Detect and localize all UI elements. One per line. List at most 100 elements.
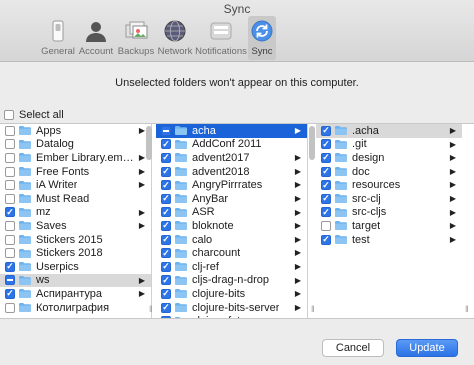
- folder-checkbox[interactable]: [161, 139, 171, 150]
- folder-checkbox[interactable]: [5, 193, 15, 204]
- folder-checkbox[interactable]: [5, 288, 15, 299]
- disclosure-arrow-icon[interactable]: ▶: [295, 221, 301, 230]
- disclosure-arrow-icon[interactable]: ▶: [450, 194, 456, 203]
- folder-row[interactable]: calo ▶: [156, 233, 307, 247]
- folder-row[interactable]: AnyBar ▶: [156, 192, 307, 206]
- folder-checkbox[interactable]: [321, 152, 331, 163]
- disclosure-arrow-icon[interactable]: ▶: [295, 316, 301, 318]
- disclosure-arrow-icon[interactable]: ▶: [295, 180, 301, 189]
- disclosure-arrow-icon[interactable]: ▶: [450, 167, 456, 176]
- folder-row[interactable]: advent2017 ▶: [156, 151, 307, 165]
- folder-row[interactable]: charcount ▶: [156, 246, 307, 260]
- toolbar-account[interactable]: Account: [76, 16, 116, 60]
- select-all-checkbox[interactable]: [4, 110, 14, 120]
- folder-row[interactable]: ws ▶: [0, 273, 151, 288]
- folder-row[interactable]: design ▶: [316, 151, 462, 165]
- folder-checkbox[interactable]: [5, 139, 15, 150]
- disclosure-arrow-icon[interactable]: ▶: [139, 289, 145, 298]
- folder-checkbox[interactable]: [161, 248, 171, 259]
- disclosure-arrow-icon[interactable]: ▶: [139, 180, 145, 189]
- folder-row[interactable]: bloknote ▶: [156, 219, 307, 233]
- folder-checkbox[interactable]: [321, 166, 331, 177]
- folder-checkbox[interactable]: [161, 234, 171, 245]
- disclosure-arrow-icon[interactable]: ▶: [295, 153, 301, 162]
- folder-row[interactable]: Must Read: [0, 192, 151, 206]
- folder-checkbox[interactable]: [5, 248, 15, 259]
- disclosure-arrow-icon[interactable]: ▶: [450, 235, 456, 244]
- toolbar-general[interactable]: General: [40, 16, 76, 60]
- folder-checkbox[interactable]: [161, 302, 171, 313]
- folder-row[interactable]: resources ▶: [316, 178, 462, 192]
- folder-row[interactable]: Котолиграфия: [0, 301, 151, 315]
- disclosure-arrow-icon[interactable]: ▶: [295, 208, 301, 217]
- folder-checkbox[interactable]: [321, 125, 331, 136]
- disclosure-arrow-icon[interactable]: ▶: [450, 126, 456, 135]
- folder-row[interactable]: clojure-bits ▶: [156, 287, 307, 301]
- column-3-resize-handle[interactable]: ‖: [465, 304, 469, 314]
- folder-checkbox[interactable]: [321, 139, 331, 150]
- folder-row[interactable]: Apps ▶: [0, 124, 151, 138]
- folder-checkbox[interactable]: [321, 193, 331, 204]
- folder-row[interactable]: ASR ▶: [156, 206, 307, 220]
- folder-checkbox[interactable]: [5, 234, 15, 245]
- disclosure-arrow-icon[interactable]: ▶: [450, 153, 456, 162]
- folder-row[interactable]: src-clj ▶: [316, 192, 462, 206]
- folder-checkbox[interactable]: [321, 207, 331, 218]
- disclosure-arrow-icon[interactable]: ▶: [139, 167, 145, 176]
- folder-row[interactable]: mz ▶: [0, 206, 151, 220]
- folder-row[interactable]: Stickers 2015: [0, 233, 151, 247]
- folder-row[interactable]: test ▶: [316, 233, 462, 247]
- folder-checkbox[interactable]: [161, 193, 171, 204]
- folder-row[interactable]: Аспирантура ▶: [0, 287, 151, 301]
- disclosure-arrow-icon[interactable]: ▶: [139, 153, 145, 162]
- toolbar-network[interactable]: Network: [156, 16, 194, 60]
- folder-checkbox[interactable]: [161, 125, 171, 136]
- disclosure-arrow-icon[interactable]: ▶: [139, 208, 145, 217]
- disclosure-arrow-icon[interactable]: ▶: [295, 167, 301, 176]
- folder-row[interactable]: Datalog: [0, 138, 151, 152]
- folder-row[interactable]: Userpics: [0, 260, 151, 274]
- folder-row[interactable]: clojure-bits-server ▶: [156, 301, 307, 315]
- folder-row[interactable]: Ember Library.embe… ▶: [0, 151, 151, 165]
- folder-checkbox[interactable]: [5, 125, 15, 136]
- folder-row[interactable]: cljs-drag-n-drop ▶: [156, 274, 307, 288]
- disclosure-arrow-icon[interactable]: ▶: [450, 208, 456, 217]
- disclosure-arrow-icon[interactable]: ▶: [295, 235, 301, 244]
- column-2-scrollbar[interactable]: [309, 126, 315, 160]
- folder-row[interactable]: clj-ref ▶: [156, 260, 307, 274]
- folder-row[interactable]: target ▶: [316, 219, 462, 233]
- cancel-button[interactable]: Cancel: [322, 339, 384, 357]
- folder-row[interactable]: clojure-future-spec ▶: [156, 314, 307, 318]
- folder-row[interactable]: src-cljs ▶: [316, 206, 462, 220]
- disclosure-arrow-icon[interactable]: ▶: [295, 303, 301, 312]
- toolbar-sync[interactable]: Sync: [248, 16, 276, 60]
- folder-checkbox[interactable]: [5, 207, 15, 218]
- select-all[interactable]: Select all: [4, 109, 64, 121]
- column-1-scrollbar[interactable]: [146, 126, 152, 160]
- disclosure-arrow-icon[interactable]: ▶: [139, 221, 145, 230]
- folder-checkbox[interactable]: [161, 316, 171, 318]
- folder-checkbox[interactable]: [321, 234, 331, 245]
- folder-checkbox[interactable]: [161, 180, 171, 191]
- update-button[interactable]: Update: [396, 339, 458, 357]
- folder-checkbox[interactable]: [161, 275, 171, 286]
- disclosure-arrow-icon[interactable]: ▶: [450, 221, 456, 230]
- folder-checkbox[interactable]: [5, 180, 15, 191]
- folder-row[interactable]: acha ▶: [156, 124, 307, 138]
- folder-row[interactable]: AngryPirrrates ▶: [156, 178, 307, 192]
- disclosure-arrow-icon[interactable]: ▶: [295, 276, 301, 285]
- column-1-resize-handle[interactable]: ‖: [149, 304, 153, 314]
- folder-row[interactable]: advent2018 ▶: [156, 165, 307, 179]
- folder-row[interactable]: Saves ▶: [0, 219, 151, 233]
- folder-row[interactable]: .acha ▶: [316, 124, 462, 138]
- toolbar-notifications[interactable]: Notifications: [194, 16, 248, 60]
- disclosure-arrow-icon[interactable]: ▶: [450, 140, 456, 149]
- disclosure-arrow-icon[interactable]: ▶: [295, 262, 301, 271]
- disclosure-arrow-icon[interactable]: ▶: [139, 276, 145, 285]
- disclosure-arrow-icon[interactable]: ▶: [295, 126, 301, 135]
- folder-checkbox[interactable]: [161, 261, 171, 272]
- disclosure-arrow-icon[interactable]: ▶: [295, 194, 301, 203]
- folder-row[interactable]: doc ▶: [316, 165, 462, 179]
- folder-checkbox[interactable]: [5, 152, 15, 163]
- folder-row[interactable]: AddConf 2011: [156, 138, 307, 152]
